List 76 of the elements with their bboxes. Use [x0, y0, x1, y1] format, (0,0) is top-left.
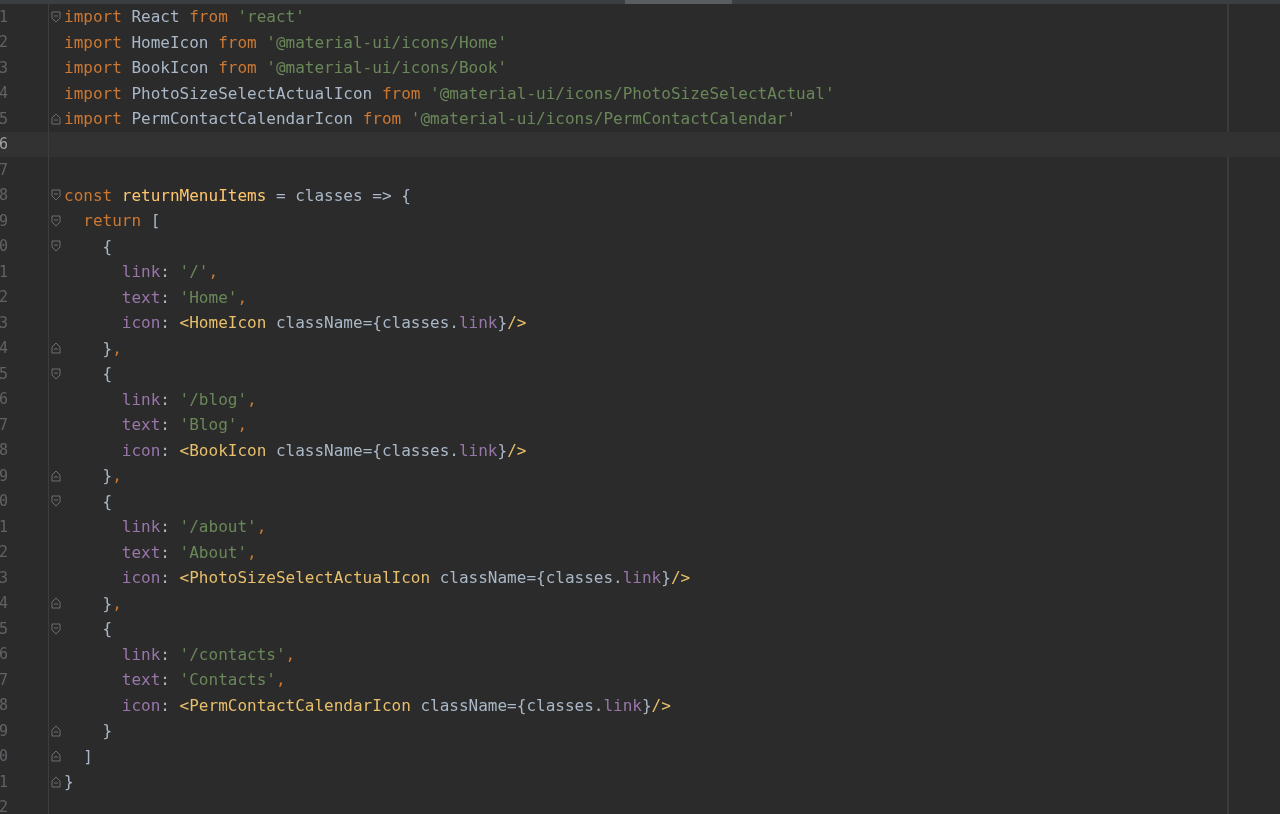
line-number: 2 [0, 288, 9, 307]
code-line: text: 'Contacts', [120, 669, 286, 691]
fold-end-icon[interactable] [50, 469, 61, 482]
fold-end-icon[interactable] [50, 342, 61, 355]
code-line: link: '/blog', [120, 388, 257, 411]
code-line: { [101, 235, 113, 258]
line-number: 2 [0, 543, 9, 562]
line-number: 8 [0, 186, 9, 205]
code-line: text: 'Blog', [120, 414, 248, 436]
code-line: import BookIcon from '@material-ui/icons/Book' [64, 57, 508, 79]
code-line: icon: <PermContactCalendarIcon className={classes.link}/> [120, 694, 671, 717]
line-number: 6 [0, 390, 9, 409]
code-line: } [64, 771, 74, 793]
line-number: 0 [0, 237, 9, 256]
line-number: 4 [0, 594, 9, 613]
fold-collapse-icon[interactable] [50, 622, 61, 635]
fold-collapse-icon[interactable] [50, 214, 61, 227]
line-number: 9 [0, 721, 9, 740]
code-line: { [101, 618, 113, 640]
code-line: import PermContactCalendarIcon from '@material-ui/icons/PermContactCalendar' [64, 108, 797, 130]
line-number: 9 [0, 466, 9, 485]
line-number: 1 [0, 517, 9, 536]
scrollbar-thumb[interactable] [625, 0, 732, 4]
line-number: 5 [0, 364, 9, 383]
fold-collapse-icon[interactable] [50, 240, 61, 253]
code-line: import HomeIcon from '@material-ui/icons/Home' [64, 31, 508, 54]
code-line: }, [101, 465, 122, 487]
code-line: }, [101, 592, 122, 615]
line-number: 8 [0, 441, 9, 460]
code-line: icon: <BookIcon className={classes.link}/> [120, 439, 527, 462]
code-line: { [101, 363, 113, 385]
line-number: 0 [0, 747, 9, 766]
code-line: ] [82, 745, 93, 768]
line-number: 1 [0, 262, 9, 281]
code-line: icon: <PhotoSizeSelectActualIcon className={classes.link}/> [120, 567, 691, 589]
code-line: import React from 'react' [64, 6, 305, 28]
fold-end-icon[interactable] [50, 775, 61, 788]
code-line: import PhotoSizeSelectActualIcon from '@material-ui/icons/PhotoSizeSelectActual' [64, 82, 835, 105]
fold-collapse-icon[interactable] [50, 10, 61, 23]
code-line: const returnMenuItems = classes => { [64, 184, 411, 207]
line-number: 0 [0, 492, 9, 511]
fold-collapse-icon[interactable] [50, 495, 61, 508]
line-number: 9 [0, 211, 9, 230]
fold-end-icon[interactable] [50, 112, 61, 125]
line-number: 6 [0, 645, 9, 664]
fold-end-icon[interactable] [50, 750, 61, 763]
code-line: }, [101, 337, 122, 360]
code-line: icon: <HomeIcon className={classes.link}/> [120, 312, 527, 334]
line-number: 5 [0, 109, 9, 128]
line-number: 7 [0, 670, 9, 689]
line-number: 3 [0, 568, 9, 587]
line-number: 3 [0, 58, 9, 77]
line-number: 8 [0, 696, 9, 715]
line-number: 7 [0, 415, 9, 434]
line-number: 7 [0, 160, 9, 179]
line-number: 3 [0, 313, 9, 332]
line-number: 4 [0, 339, 9, 358]
code-line: link: '/', [120, 261, 219, 283]
code-line: } [101, 720, 113, 742]
line-number: 1 [0, 772, 9, 791]
line-number: 1 [0, 7, 9, 26]
line-number: 6 [0, 135, 9, 154]
line-number: 2 [0, 33, 9, 52]
fold-collapse-icon[interactable] [50, 189, 61, 202]
code-line: text: 'About', [120, 541, 257, 564]
code-line: return [ [82, 210, 161, 232]
code-line: text: 'Home', [120, 286, 248, 309]
fold-end-icon[interactable] [50, 724, 61, 737]
code-line: { [101, 490, 113, 513]
line-number: 4 [0, 84, 9, 103]
line-number: 5 [0, 619, 9, 638]
fold-collapse-icon[interactable] [50, 367, 61, 380]
code-line: link: '/contacts', [120, 643, 296, 666]
fold-end-icon[interactable] [50, 597, 61, 610]
code-line: link: '/about', [120, 516, 267, 538]
line-number: 2 [0, 798, 9, 814]
